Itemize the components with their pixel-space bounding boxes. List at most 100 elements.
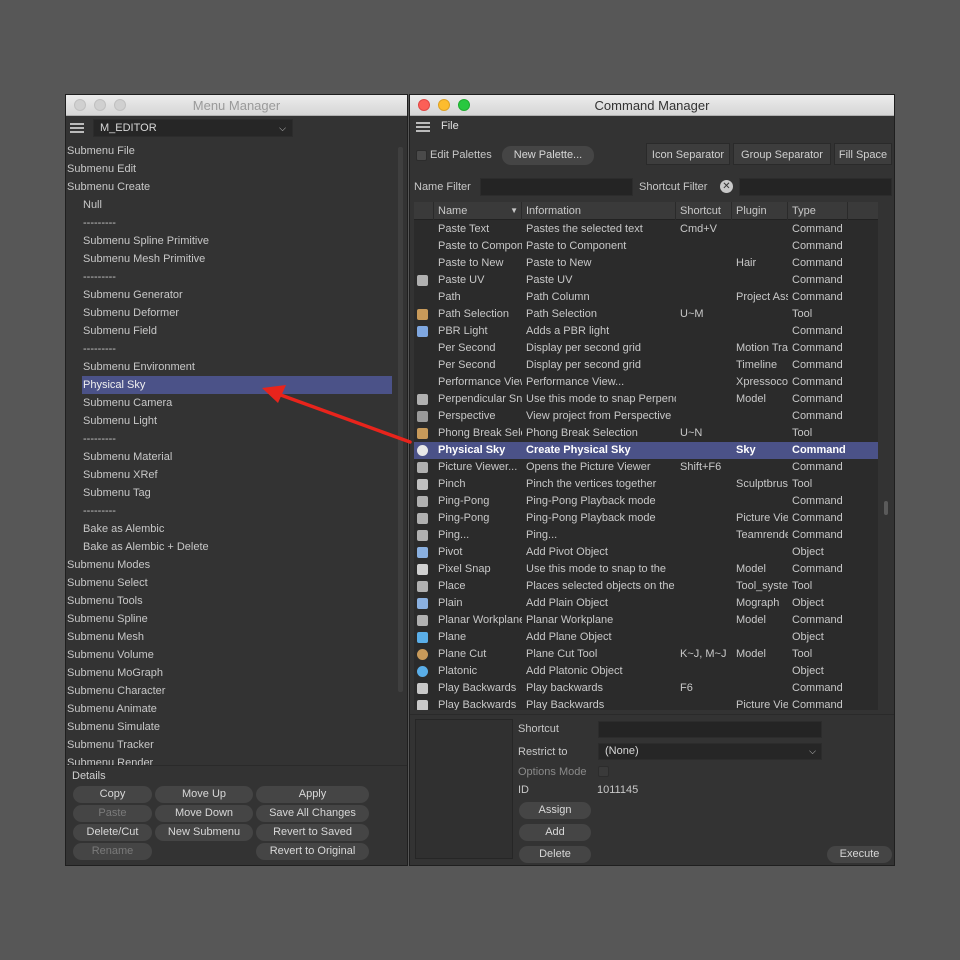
menu-select[interactable]: M_EDITOR ⌵ [93,119,293,137]
table-row[interactable]: Ping-Pong Ping-Pong Playback mode Picture … [414,510,878,527]
table-row[interactable]: Plane Cut Plane Cut Tool K~J, M~J Model Tool [414,646,878,663]
list-item[interactable]: Submenu Edit [66,160,392,178]
list-item[interactable]: --------- [66,502,392,520]
apply-button[interactable]: Apply [256,786,369,803]
table-row[interactable]: Plain Add Plain Object Mograph Object [414,595,878,612]
list-item[interactable]: Submenu Spline [66,610,392,628]
new-submenu-button[interactable]: New Submenu [155,824,253,841]
table-row[interactable]: Path Selection Path Selection U~M Tool [414,306,878,323]
table-row[interactable]: Per Second Display per second grid Motion … [414,340,878,357]
list-item[interactable]: --------- [66,340,392,358]
list-item[interactable]: Submenu Deformer [66,304,392,322]
table-row[interactable]: Planar Workplane Planar Workplane Model Com… [414,612,878,629]
close-button[interactable] [418,99,430,111]
list-item[interactable]: Submenu Spline Primitive [66,232,392,250]
table-row[interactable]: Pinch Pinch the vertices together Sculptbr… [414,476,878,493]
rename-button[interactable]: Rename [73,843,152,860]
minimize-button[interactable] [94,99,106,111]
list-item[interactable]: Submenu Create [66,178,392,196]
list-item[interactable]: Physical Sky [82,376,392,394]
table-row[interactable]: Paste to Component Paste to Component Comm… [414,238,878,255]
table-row[interactable]: Perspective View project from Perspective… [414,408,878,425]
restrict-to-select[interactable]: (None) ⌵ [598,743,822,760]
list-item[interactable]: Submenu XRef [66,466,392,484]
close-button[interactable] [74,99,86,111]
column-header-plugin[interactable]: Plugin [732,202,788,220]
table-row[interactable]: Picture Viewer... Opens the Picture Viewe… [414,459,878,476]
list-item[interactable]: --------- [66,268,392,286]
table-row[interactable]: Pixel Snap Use this mode to snap to the Mo… [414,561,878,578]
delete-cut-button[interactable]: Delete/Cut [73,824,152,841]
group-separator-button[interactable]: Group Separator [733,143,831,165]
list-item[interactable]: Null [66,196,392,214]
list-item[interactable]: Submenu Volume [66,646,392,664]
icon-separator-button[interactable]: Icon Separator [646,143,730,165]
list-item[interactable]: Submenu Field [66,322,392,340]
command-table-scrollbar[interactable] [884,501,888,515]
execute-button[interactable]: Execute [827,846,892,863]
table-row[interactable]: Paste Text Pastes the selected text Cmd+V C… [414,221,878,238]
edit-palettes-checkbox[interactable] [416,150,427,161]
list-item[interactable]: Submenu Light [66,412,392,430]
table-row[interactable]: Ping... Ping... Teamrender Command [414,527,878,544]
list-item[interactable]: --------- [66,430,392,448]
table-row[interactable]: Play Backwards Play backwards F6 Command [414,680,878,697]
list-item[interactable]: Submenu Animate [66,700,392,718]
revert-to-original-button[interactable]: Revert to Original [256,843,369,860]
shortcut-input[interactable] [598,721,822,738]
list-item[interactable]: Bake as Alembic + Delete [66,538,392,556]
menu-icon[interactable] [70,123,84,133]
column-header-type[interactable]: Type [788,202,848,220]
list-item[interactable]: Submenu Mesh [66,628,392,646]
table-row[interactable]: Path Path Column Project Asset Command [414,289,878,306]
menu-manager-titlebar[interactable]: Menu Manager [66,95,407,116]
table-row[interactable]: Ping-Pong Ping-Pong Playback mode Command [414,493,878,510]
file-menu[interactable]: File [441,120,459,132]
command-manager-titlebar[interactable]: Command Manager [410,95,894,116]
table-row[interactable]: Perpendicular Snap Use this mode to snap … [414,391,878,408]
minimize-button[interactable] [438,99,450,111]
list-item[interactable]: Submenu Tag [66,484,392,502]
list-item[interactable]: Submenu MoGraph [66,664,392,682]
menu-tree[interactable]: Submenu File Submenu Edit Submenu Create Nu… [66,141,392,861]
list-item[interactable]: Submenu Environment [66,358,392,376]
menu-icon[interactable] [416,122,430,132]
table-row[interactable]: Platonic Add Platonic Object Object [414,663,878,680]
clear-icon[interactable]: ✕ [720,180,733,193]
table-row[interactable]: Plane Add Plane Object Object [414,629,878,646]
list-item[interactable]: Submenu Material [66,448,392,466]
new-palette-button[interactable]: New Palette... [502,146,594,165]
fill-space-button[interactable]: Fill Space [834,143,892,165]
move-down-button[interactable]: Move Down [155,805,253,822]
copy-button[interactable]: Copy [73,786,152,803]
list-item[interactable]: Submenu File [66,142,392,160]
zoom-button[interactable] [458,99,470,111]
table-row[interactable]: Paste to New Paste to New Hair Command [414,255,878,272]
table-row[interactable]: Play Backwards Play Backwards Picture View… [414,697,878,710]
zoom-button[interactable] [114,99,126,111]
list-item[interactable]: Submenu Camera [66,394,392,412]
list-item[interactable]: Submenu Simulate [66,718,392,736]
table-row[interactable]: Performance View Performance View... Xpres… [414,374,878,391]
revert-to-saved-button[interactable]: Revert to Saved [256,824,369,841]
paste-button[interactable]: Paste [73,805,152,822]
list-item[interactable]: Submenu Tracker [66,736,392,754]
options-mode-checkbox[interactable] [598,766,609,777]
shortcut-filter-input[interactable] [739,178,892,196]
table-row[interactable]: Place Places selected objects on the Tool_… [414,578,878,595]
assign-button[interactable]: Assign [519,802,591,819]
save-all-changes-button[interactable]: Save All Changes [256,805,369,822]
delete-button[interactable]: Delete [519,846,591,863]
table-row[interactable]: Physical Sky Create Physical Sky Sky Comman… [414,442,878,459]
name-filter-input[interactable] [480,178,633,196]
column-header-information[interactable]: Information [522,202,676,220]
list-item[interactable]: --------- [66,214,392,232]
table-row[interactable]: Per Second Display per second grid Timelin… [414,357,878,374]
move-up-button[interactable]: Move Up [155,786,253,803]
table-row[interactable]: Phong Break Selection Phong Break Selecti… [414,425,878,442]
add-button[interactable]: Add [519,824,591,841]
list-item[interactable]: Bake as Alembic [66,520,392,538]
list-item[interactable]: Submenu Modes [66,556,392,574]
list-item[interactable]: Submenu Character [66,682,392,700]
table-row[interactable]: PBR Light Adds a PBR light Command [414,323,878,340]
